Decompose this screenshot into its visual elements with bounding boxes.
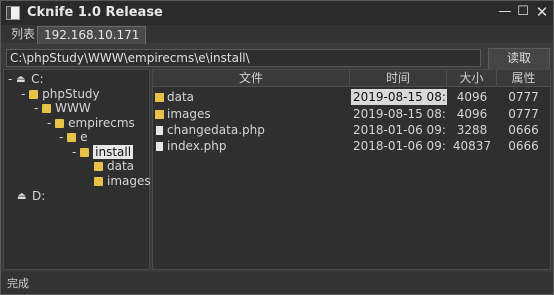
tree-node-empirecms[interactable]: - empirecms	[47, 116, 135, 131]
file-name: images	[167, 107, 211, 121]
file-time: 2019-08-15 08:...	[353, 107, 447, 121]
file-attr: 0777	[508, 107, 539, 121]
file-icon	[156, 126, 163, 135]
folder-icon	[155, 110, 164, 119]
folder-icon	[67, 133, 77, 142]
file-size: 40837	[452, 139, 492, 153]
file-time: 2018-01-06 09:...	[353, 123, 447, 137]
collapse-icon[interactable]: -	[8, 72, 16, 86]
folder-icon	[55, 119, 65, 128]
folder-icon	[80, 148, 90, 157]
tree-node-d-drive[interactable]: ⏏ D:	[17, 189, 45, 204]
file-row[interactable]: data 2019-08-15 08:... 4096 0777	[153, 89, 550, 105]
tree-node-install[interactable]: - install	[72, 145, 134, 160]
file-list-header: 文件 时间 大小 属性	[153, 70, 550, 87]
collapse-icon[interactable]: -	[34, 101, 42, 115]
read-button[interactable]: 读取	[488, 48, 550, 70]
maximize-button[interactable]: ☐	[515, 4, 531, 20]
file-row[interactable]: changedata.php 2018-01-06 09:... 3288 06…	[153, 122, 550, 138]
file-icon	[156, 142, 163, 151]
file-size: 3288	[456, 123, 488, 137]
file-row[interactable]: index.php 2018-01-06 09:... 40837 0666	[153, 138, 550, 154]
window-title: Cknife 1.0 Release	[27, 5, 163, 20]
tree-node-label: phpStudy	[42, 87, 100, 101]
tree-node-label: empirecms	[68, 116, 135, 130]
drive-icon: ⏏	[17, 191, 27, 202]
tab-host[interactable]: 192.168.10.171	[37, 26, 147, 44]
status-bar: 完成	[1, 272, 553, 294]
folder-icon	[94, 177, 103, 186]
tree-node-e[interactable]: - e	[59, 130, 88, 145]
tree-node-label: e	[80, 130, 88, 144]
collapse-icon[interactable]: -	[21, 87, 29, 101]
file-attr: 0666	[508, 123, 539, 137]
folder-icon	[42, 104, 52, 113]
tree-node-images[interactable]: images	[94, 174, 151, 189]
tree-node-phpstudy[interactable]: - phpStudy	[21, 87, 100, 102]
tree-node-label-selected: install	[93, 145, 134, 159]
path-bar: 读取	[1, 45, 553, 70]
column-header-size[interactable]: 大小	[447, 70, 497, 86]
tree-node-data[interactable]: data	[94, 159, 134, 174]
tree-node-label: D:	[32, 189, 46, 203]
title-bar[interactable]: Cknife 1.0 Release — ☐ ✕	[1, 1, 553, 25]
status-text: 完成	[7, 277, 29, 290]
file-attr: 0666	[508, 139, 539, 153]
folder-icon	[94, 162, 103, 171]
file-name: changedata.php	[167, 123, 265, 137]
tab-list[interactable]: 列表	[7, 26, 39, 43]
tree-node-www[interactable]: - WWW	[34, 101, 91, 116]
file-list: 文件 时间 大小 属性 data 2019-08-15 08:... 4096 …	[152, 69, 551, 270]
file-size: 4096	[456, 90, 488, 104]
file-attr: 0777	[508, 90, 539, 104]
app-icon	[6, 6, 20, 20]
collapse-icon[interactable]: -	[59, 130, 67, 144]
tree-node-label: data	[107, 159, 135, 173]
drive-icon: ⏏	[16, 74, 26, 85]
file-time: 2019-08-15 08:...	[351, 89, 447, 105]
tab-bar: 列表 192.168.10.171	[1, 25, 553, 44]
column-header-attr[interactable]: 属性	[497, 70, 550, 86]
path-input[interactable]	[6, 49, 481, 67]
file-name: index.php	[167, 139, 227, 153]
column-header-name[interactable]: 文件	[153, 70, 350, 86]
folder-icon	[29, 90, 39, 99]
file-size: 4096	[456, 107, 488, 121]
minimize-button[interactable]: —	[497, 4, 513, 20]
file-row[interactable]: images 2019-08-15 08:... 4096 0777	[153, 106, 550, 122]
column-header-time[interactable]: 时间	[350, 70, 447, 86]
app-window: Cknife 1.0 Release — ☐ ✕ 列表 192.168.10.1…	[0, 0, 554, 295]
collapse-icon[interactable]: -	[72, 145, 80, 159]
directory-tree: - ⏏ C: - phpStudy - WWW - empirecms - e -…	[3, 69, 151, 270]
tree-node-label: images	[107, 174, 151, 188]
file-name: data	[167, 90, 195, 104]
close-button[interactable]: ✕	[534, 4, 550, 20]
tree-node-label: WWW	[55, 101, 91, 115]
collapse-icon[interactable]: -	[47, 116, 55, 130]
folder-icon	[155, 93, 164, 102]
tree-node-label: C:	[31, 72, 44, 86]
tree-node-c-drive[interactable]: - ⏏ C:	[8, 72, 44, 87]
file-time: 2018-01-06 09:...	[353, 139, 447, 153]
